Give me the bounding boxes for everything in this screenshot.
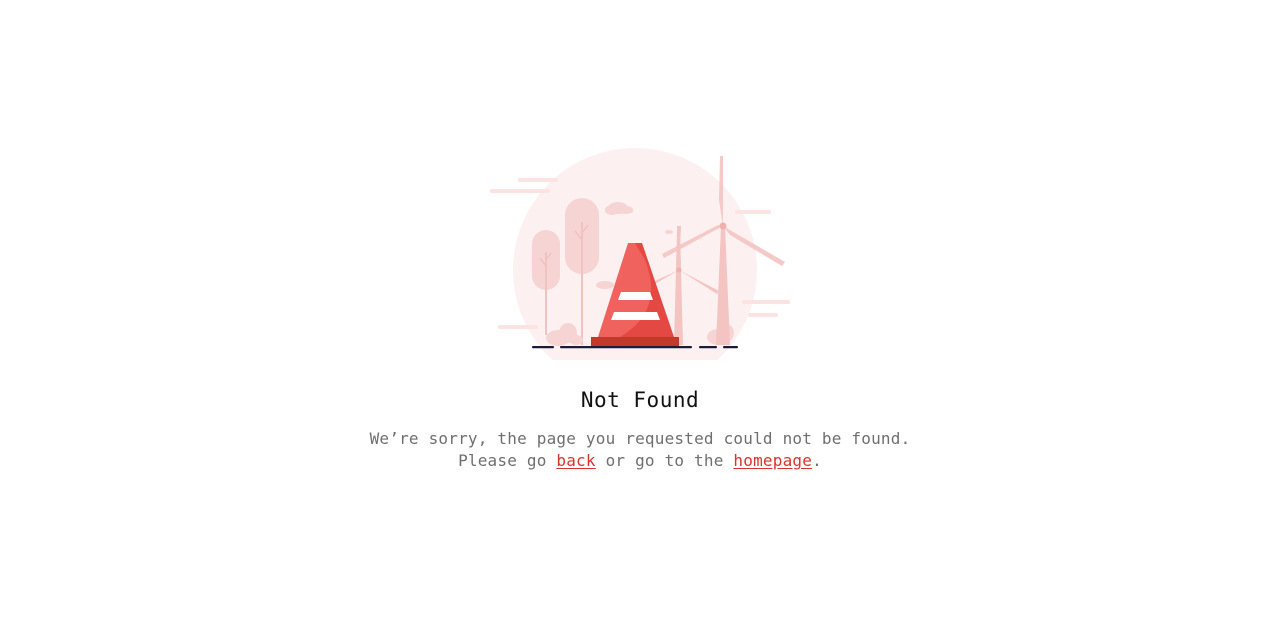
error-message: We’re sorry, the page you requested coul… bbox=[0, 428, 1280, 472]
message-text-suffix: . bbox=[812, 451, 822, 470]
page-title: Not Found bbox=[580, 388, 700, 412]
error-message-line-1: We’re sorry, the page you requested coul… bbox=[369, 429, 911, 448]
back-link[interactable]: back bbox=[556, 451, 595, 470]
traffic-cone-illustration bbox=[490, 148, 790, 360]
homepage-link[interactable]: homepage bbox=[733, 451, 812, 470]
message-text-middle: or go to the bbox=[595, 451, 734, 470]
error-message-line-2: Please go back or go to the homepage. bbox=[0, 450, 1280, 472]
message-text-prefix: Please go bbox=[458, 451, 557, 470]
not-found-page: Not Found We’re sorry, the page you requ… bbox=[0, 0, 1280, 619]
ground-line bbox=[532, 346, 738, 349]
